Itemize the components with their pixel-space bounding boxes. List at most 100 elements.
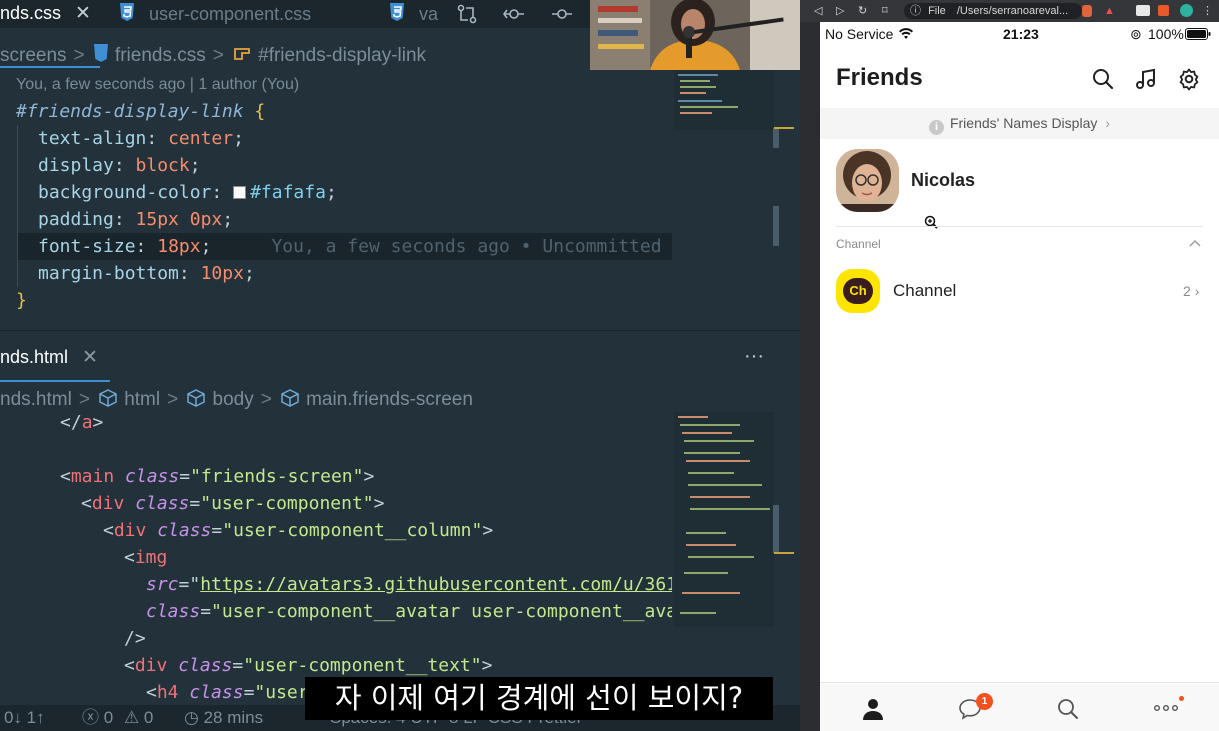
breadcrumb-item[interactable]: #friends-display-link [258,45,426,66]
scrollbar-thumb[interactable] [773,505,779,553]
css-file-icon [120,3,134,21]
info-icon: i [928,120,944,135]
channel-icon-glyph: Ch [843,278,873,304]
blame-codelens[interactable]: You, a few seconds ago | 1 author (You) [16,76,299,94]
code-line: font-size: 18px; You, a few seconds ago •… [38,236,662,257]
user-name[interactable]: Nicolas [911,170,975,191]
close-icon[interactable]: ✕ [75,3,91,24]
phone-preview: No Service 21:23 ⊚ 100% Friends i Friends… [820,22,1219,731]
bottom-tab-bar [820,682,1219,731]
compare-changes-icon[interactable] [456,3,478,25]
channel-name[interactable]: Channel [893,281,956,301]
person-icon[interactable] [861,697,885,721]
breadcrumb-item[interactable]: friends.css [115,45,206,66]
notification-dot [1179,696,1184,701]
code-line: margin-bottom: 10px; [38,263,255,284]
scroll-marker [774,127,794,129]
wifi-icon [899,28,913,39]
scrollbar-thumb[interactable] [773,206,779,246]
clock-icon: ◷ [184,708,199,727]
code-line: /> [124,628,146,649]
tab-label: va [419,4,439,24]
breadcrumb-item[interactable]: screens [0,45,67,66]
tab-friends-html[interactable]: nds.html ✕ [0,344,98,372]
tab-label: user-component.css [149,4,312,24]
more-actions-button[interactable]: ··· [744,345,764,368]
code-line: <div class="user-component"> [81,493,385,514]
avatar[interactable] [836,149,899,212]
breadcrumb-item[interactable]: body [213,389,254,410]
info-icon: ⓘ [910,5,921,17]
tab-user-component-css[interactable]: user-component.css [118,0,311,28]
code-line: src="https://avatars3.githubusercontent.… [146,574,672,595]
breadcrumb-item[interactable]: html [124,389,160,410]
browser-toolbar: ◁ ▷ ↻ ⌑ ⓘ File /Users/serranoareval... ▲… [800,0,1219,22]
music-icon[interactable] [1134,67,1158,91]
close-icon[interactable]: ✕ [82,347,98,368]
chevron-up-icon[interactable] [1189,238,1201,248]
battery-icon [1185,28,1211,40]
code-line: padding: 15px 0px; [38,209,234,230]
color-swatch[interactable] [233,186,247,199]
tab-label: nds.css [0,3,62,23]
webcam-presenter-image [590,0,800,70]
code-line: <div class="user-component__text"> [124,655,493,676]
element-cube-icon [281,389,299,407]
error-icon: ⓧ [82,708,99,727]
open-changes-icon[interactable] [502,3,526,25]
search-icon[interactable] [1056,697,1080,721]
breadcrumb-item[interactable]: nds.html [0,389,72,410]
timeline-icon[interactable] [550,3,574,25]
reload-icon[interactable]: ↻ [858,0,867,22]
sync-status[interactable]: 0↓ 1↑ [4,705,45,731]
address-bar[interactable]: ⓘ File /Users/serranoareval... [904,3,1082,19]
carrier-label: No Service [825,26,894,42]
video-subtitle: 자 이제 여기 경계에 선이 보이지? [305,677,773,720]
bookmark-icon[interactable]: ⌑ [882,0,888,22]
code-line: class="user-component__avatar user-compo… [146,601,672,622]
code-line: background-color: #fafafa; [38,182,337,203]
channel-count[interactable]: 2 › [1183,283,1199,299]
ios-status-bar: No Service 21:23 ⊚ 100% [820,22,1219,46]
orientation-lock-icon: ⊚ [1130,26,1142,42]
back-icon[interactable]: ◁ [814,0,822,22]
section-divider [836,226,1203,227]
breadcrumb: screens > friends.css > #friends-display-l… [0,44,427,66]
inline-blame: You, a few seconds ago • Uncommitted [271,236,662,257]
chat-badge: 1 [976,693,993,710]
minimap[interactable] [674,70,774,130]
webcam-overlay [590,0,800,70]
extension-icon[interactable] [1158,5,1169,16]
extension-icon[interactable]: ▲ [1104,0,1115,22]
tab-va[interactable]: va [388,0,438,28]
scrollbar-thumb[interactable] [773,128,779,148]
more-icon[interactable] [1153,703,1179,713]
chevron-right-icon: › [1194,283,1200,299]
settings-icon[interactable] [1177,67,1201,91]
extension-icon[interactable] [1180,4,1193,17]
element-cube-icon [99,389,117,407]
battery-percent: 100% [1148,26,1184,42]
brave-shield-icon[interactable] [1082,5,1092,17]
code-line: </a> [60,412,104,433]
avatar-photo [836,149,899,212]
editor-group-divider [0,330,800,331]
breadcrumb-item[interactable]: main.friends-screen [306,389,473,410]
code-line: display: block; [38,155,201,176]
puzzle-icon[interactable]: ⋮ [1202,0,1213,22]
minimap[interactable] [674,412,774,627]
search-icon[interactable] [1091,67,1115,91]
tab-label: nds.html [0,347,69,367]
active-tab-indicator [0,380,110,382]
session-timer[interactable]: ◷ 28 mins [184,705,263,731]
code-line: #friends-display-link { [16,101,266,122]
code-line: text-align: center; [38,128,244,149]
friends-display-link[interactable]: i Friends' Names Display › [820,108,1219,139]
problems-indicator[interactable]: ⓧ 0 ⚠ 0 [82,705,153,731]
url-path: /Users/serranoareval... [956,5,1069,17]
extension-icon[interactable] [1136,5,1150,16]
channel-icon[interactable]: Ch [836,269,880,313]
forward-icon[interactable]: ▷ [836,0,844,22]
css-file-icon [390,3,404,21]
tab-friends-css[interactable]: nds.css ✕ [0,0,91,28]
